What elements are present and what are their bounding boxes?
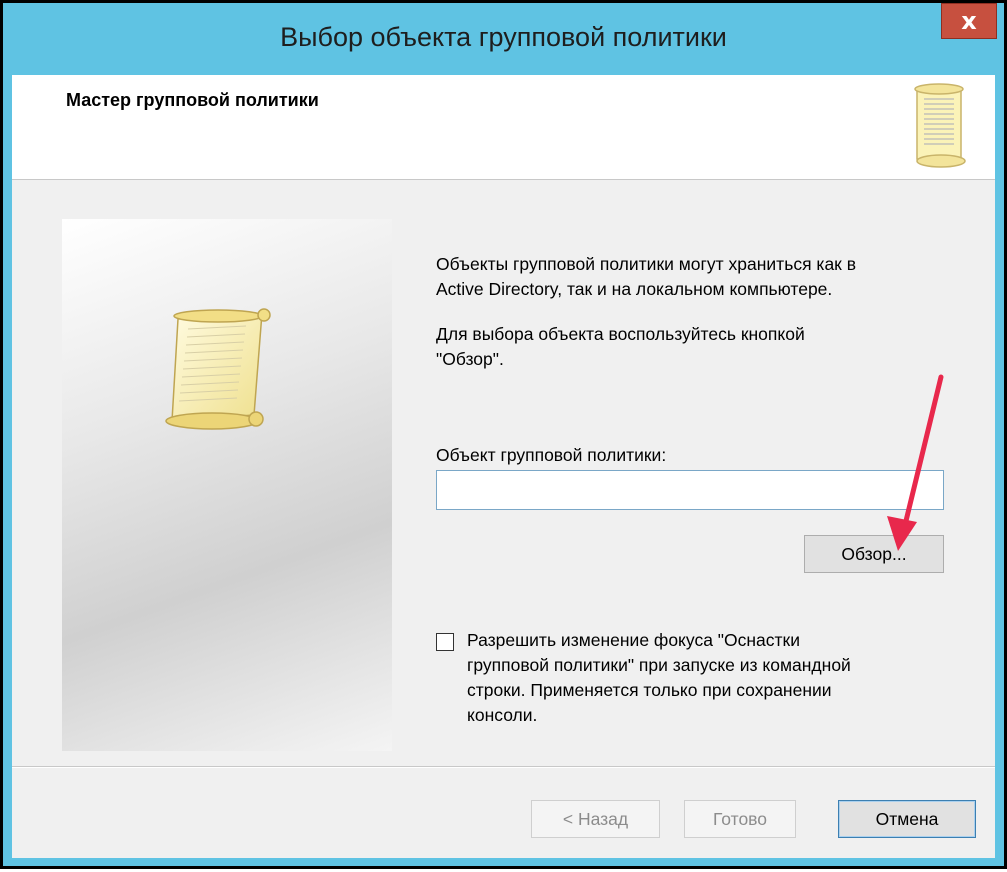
wizard-side-panel (62, 219, 392, 751)
window-title: Выбор объекта групповой политики (280, 22, 727, 52)
intro-text: Объекты групповой политики могут хранить… (436, 254, 856, 299)
close-button[interactable]: x (941, 3, 997, 39)
dialog-window: Выбор объекта групповой политики x Масте… (0, 0, 1007, 869)
scroll-icon (914, 83, 966, 168)
close-icon: x (961, 7, 977, 35)
window-frame: Выбор объекта групповой политики x Масте… (3, 3, 1004, 866)
browse-hint-text: Для выбора объекта воспользуйтесь кнопко… (436, 324, 805, 369)
focus-change-checkbox[interactable] (436, 633, 454, 651)
gpo-label: Объект групповой политики: (436, 445, 667, 465)
focus-change-label: Разрешить изменение фокуса "Оснастки гру… (467, 630, 851, 725)
browse-button[interactable]: Обзор... (804, 535, 944, 573)
cancel-button[interactable]: Отмена (838, 800, 976, 838)
footer-separator (12, 766, 995, 768)
dialog-client-area: Мастер групповой политики Объекты группо… (12, 75, 995, 858)
scroll-icon (165, 308, 271, 430)
gpo-field[interactable] (436, 470, 944, 510)
title-bar[interactable]: Выбор объекта групповой политики x (3, 3, 1004, 75)
wizard-title: Мастер групповой политики (66, 90, 319, 110)
finish-button[interactable]: Готово (684, 800, 796, 838)
back-button[interactable]: < Назад (531, 800, 660, 838)
wizard-header: Мастер групповой политики (12, 75, 995, 180)
